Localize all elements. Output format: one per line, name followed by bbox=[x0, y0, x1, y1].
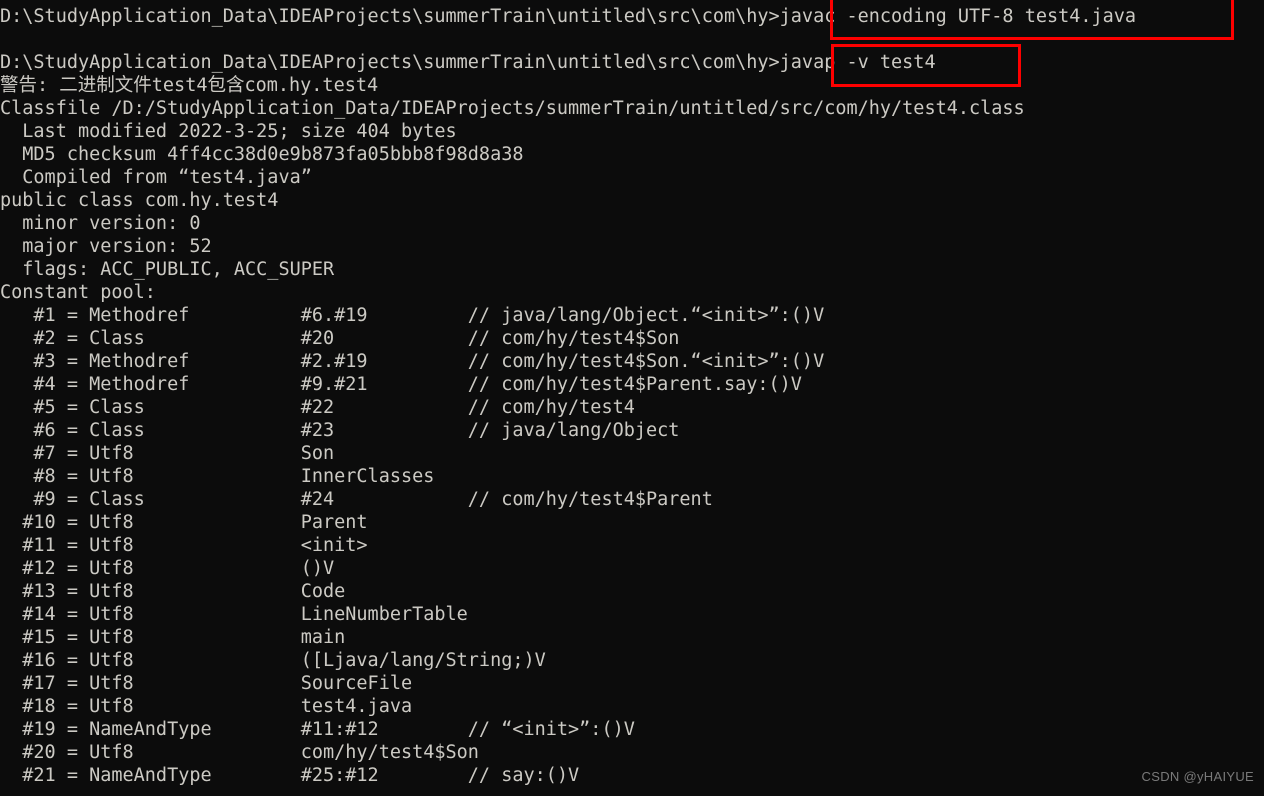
terminal-line: #10 = Utf8 Parent bbox=[0, 512, 368, 533]
terminal-line: Classfile /D:/StudyApplication_Data/IDEA… bbox=[0, 98, 1025, 119]
terminal-line: #14 = Utf8 LineNumberTable bbox=[0, 604, 468, 625]
terminal-output: D:\StudyApplication_Data\IDEAProjects\su… bbox=[0, 5, 1264, 787]
terminal-line: 警告: 二进制文件test4包含com.hy.test4 bbox=[0, 75, 379, 96]
terminal-line: Compiled from “test4.java” bbox=[0, 167, 312, 188]
terminal-line: #20 = Utf8 com/hy/test4$Son bbox=[0, 742, 479, 763]
terminal-line: #15 = Utf8 main bbox=[0, 627, 346, 648]
terminal-line: #8 = Utf8 InnerClasses bbox=[0, 466, 435, 487]
terminal-line: #19 = NameAndType #11:#12 // “<init>”:()… bbox=[0, 719, 635, 740]
terminal-line: Last modified 2022-3-25; size 404 bytes bbox=[0, 121, 457, 142]
terminal-line: minor version: 0 bbox=[0, 213, 201, 234]
terminal-line: #6 = Class #23 // java/lang/Object bbox=[0, 420, 680, 441]
terminal-line: #4 = Methodref #9.#21 // com/hy/test4$Pa… bbox=[0, 374, 802, 395]
terminal-line: #5 = Class #22 // com/hy/test4 bbox=[0, 397, 635, 418]
terminal-line: #9 = Class #24 // com/hy/test4$Parent bbox=[0, 489, 713, 510]
terminal-line: MD5 checksum 4ff4cc38d0e9b873fa05bbb8f98… bbox=[0, 144, 524, 165]
terminal-line: #17 = Utf8 SourceFile bbox=[0, 673, 413, 694]
terminal-line: #18 = Utf8 test4.java bbox=[0, 696, 413, 717]
terminal-line: #2 = Class #20 // com/hy/test4$Son bbox=[0, 328, 680, 349]
terminal-window[interactable]: D:\StudyApplication_Data\IDEAProjects\su… bbox=[0, 0, 1264, 796]
terminal-line: #3 = Methodref #2.#19 // com/hy/test4$So… bbox=[0, 351, 825, 372]
terminal-line: public class com.hy.test4 bbox=[0, 190, 279, 211]
terminal-line: D:\StudyApplication_Data\IDEAProjects\su… bbox=[0, 6, 1137, 27]
terminal-line: Constant pool: bbox=[0, 282, 156, 303]
terminal-line: #13 = Utf8 Code bbox=[0, 581, 346, 602]
terminal-line: #12 = Utf8 ()V bbox=[0, 558, 335, 579]
terminal-line: #16 = Utf8 ([Ljava/lang/String;)V bbox=[0, 650, 546, 671]
terminal-line: #21 = NameAndType #25:#12 // say:()V bbox=[0, 765, 580, 786]
terminal-line: #11 = Utf8 <init> bbox=[0, 535, 368, 556]
terminal-line: flags: ACC_PUBLIC, ACC_SUPER bbox=[0, 259, 335, 280]
terminal-line: #7 = Utf8 Son bbox=[0, 443, 335, 464]
terminal-line: D:\StudyApplication_Data\IDEAProjects\su… bbox=[0, 52, 936, 73]
terminal-line: major version: 52 bbox=[0, 236, 212, 257]
terminal-line: #1 = Methodref #6.#19 // java/lang/Objec… bbox=[0, 305, 825, 326]
csdn-watermark: CSDN @yHAIYUE bbox=[1141, 769, 1254, 784]
